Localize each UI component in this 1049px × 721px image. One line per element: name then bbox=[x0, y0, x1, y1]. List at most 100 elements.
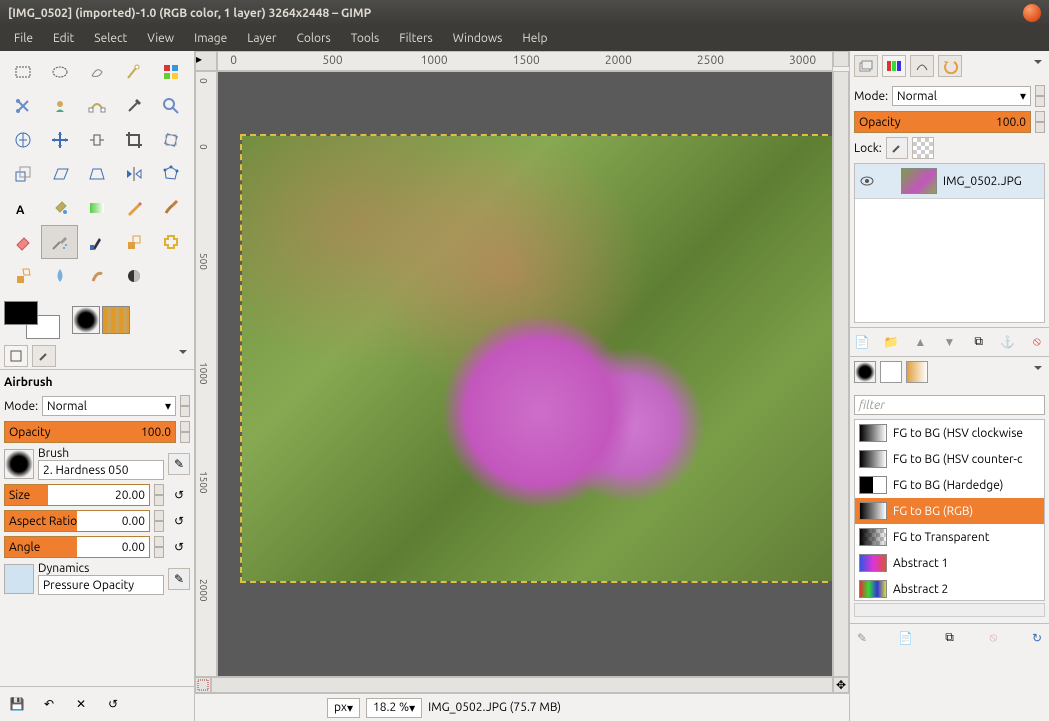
tab-brushes-icon[interactable] bbox=[854, 361, 876, 383]
brush-name-field[interactable]: 2. Hardness 050 bbox=[38, 460, 164, 480]
anchor-layer-icon[interactable]: ⚓ bbox=[998, 332, 1018, 352]
gradient-item[interactable]: Abstract 2 bbox=[855, 576, 1044, 601]
menu-edit[interactable]: Edit bbox=[43, 28, 84, 49]
tool-fuzzy-select[interactable] bbox=[116, 55, 153, 89]
mode-select[interactable]: Normal▾ bbox=[42, 396, 176, 416]
canvas[interactable] bbox=[217, 71, 833, 677]
gradient-list[interactable]: FG to BG (HSV clockwise FG to BG (HSV co… bbox=[854, 419, 1045, 601]
tool-ellipse-select[interactable] bbox=[41, 55, 78, 89]
delete-layer-icon[interactable]: ⦸ bbox=[1027, 332, 1047, 352]
tab-undo-icon[interactable] bbox=[938, 55, 962, 77]
dynamics-thumb[interactable] bbox=[4, 564, 34, 594]
refresh-gradients-icon[interactable]: ↻ bbox=[1027, 628, 1047, 648]
gradient-filter-input[interactable]: filter bbox=[854, 395, 1045, 415]
tool-smudge[interactable] bbox=[78, 259, 115, 293]
active-brush[interactable] bbox=[72, 306, 100, 334]
tool-rotate[interactable] bbox=[153, 123, 190, 157]
tab-channels-icon[interactable] bbox=[882, 55, 906, 77]
restore-preset-icon[interactable]: ↶ bbox=[38, 693, 60, 715]
angle-spin[interactable] bbox=[154, 536, 164, 558]
tool-move[interactable] bbox=[41, 123, 78, 157]
quickmask-toggle[interactable] bbox=[195, 677, 211, 693]
scrollbar-vertical[interactable] bbox=[833, 71, 849, 677]
duplicate-layer-icon[interactable]: ⧉ bbox=[969, 332, 989, 352]
opacity-spin[interactable] bbox=[180, 421, 190, 443]
fg-color[interactable] bbox=[4, 301, 38, 325]
tool-align[interactable] bbox=[78, 123, 115, 157]
brush-thumb[interactable] bbox=[4, 449, 34, 479]
edit-gradient-icon[interactable]: ✎ bbox=[852, 628, 872, 648]
opacity-slider[interactable]: Opacity100.0 bbox=[4, 421, 176, 443]
layer-mode-spin[interactable] bbox=[1035, 85, 1045, 107]
tool-perspective-clone[interactable] bbox=[4, 259, 41, 293]
tool-paths[interactable] bbox=[78, 89, 115, 123]
new-gradient-icon[interactable]: 📄 bbox=[896, 628, 916, 648]
tool-flip[interactable] bbox=[116, 157, 153, 191]
tab-tool-options[interactable] bbox=[4, 345, 28, 367]
aspect-spin[interactable] bbox=[154, 510, 164, 532]
right-dock-menu-arrow[interactable] bbox=[1031, 55, 1045, 69]
active-pattern[interactable] bbox=[102, 306, 130, 334]
tool-airbrush[interactable] bbox=[41, 225, 78, 259]
delete-preset-icon[interactable]: ✕ bbox=[70, 693, 92, 715]
tab-layers-icon[interactable] bbox=[854, 55, 878, 77]
raise-layer-icon[interactable]: ▲ bbox=[910, 332, 930, 352]
menu-help[interactable]: Help bbox=[512, 28, 557, 49]
gradient-scrollbar[interactable] bbox=[854, 603, 1045, 617]
tool-shear[interactable] bbox=[41, 157, 78, 191]
lock-pixels-icon[interactable] bbox=[886, 137, 908, 159]
angle-reset-icon[interactable]: ↺ bbox=[168, 536, 190, 558]
ruler-vertical[interactable]: 0 0 500 1000 1500 2000 bbox=[195, 71, 217, 677]
tool-ink[interactable] bbox=[78, 225, 115, 259]
menu-filters[interactable]: Filters bbox=[389, 28, 442, 49]
mode-spin[interactable] bbox=[180, 395, 190, 417]
size-reset-icon[interactable]: ↺ bbox=[168, 484, 190, 506]
gradient-item[interactable]: Abstract 1 bbox=[855, 550, 1044, 576]
layer-list[interactable]: IMG_0502.JPG bbox=[854, 163, 1045, 323]
menu-layer[interactable]: Layer bbox=[237, 28, 286, 49]
ruler-corner[interactable]: ▸ bbox=[195, 51, 217, 71]
tool-zoom[interactable] bbox=[153, 89, 190, 123]
tool-eraser[interactable] bbox=[4, 225, 41, 259]
lock-alpha-icon[interactable] bbox=[912, 137, 934, 159]
window-close-button[interactable] bbox=[1023, 4, 1041, 22]
lower-dock-menu-arrow[interactable] bbox=[1031, 361, 1045, 375]
scrollbar-horizontal[interactable] bbox=[211, 677, 833, 693]
tool-scissors[interactable] bbox=[4, 89, 41, 123]
tool-bucket-fill[interactable] bbox=[41, 191, 78, 225]
layer-name[interactable]: IMG_0502.JPG bbox=[943, 175, 1022, 188]
aspect-slider[interactable]: Aspect Ratio0.00 bbox=[4, 510, 150, 532]
size-spin[interactable] bbox=[154, 484, 164, 506]
tab-patterns-icon[interactable] bbox=[880, 361, 902, 383]
tool-rect-select[interactable] bbox=[4, 55, 41, 89]
gradient-item-selected[interactable]: FG to BG (RGB) bbox=[855, 498, 1044, 524]
duplicate-gradient-icon[interactable]: ⧉ bbox=[940, 628, 960, 648]
gradient-item[interactable]: FG to BG (Hardedge) bbox=[855, 472, 1044, 498]
layer-opacity-slider[interactable]: Opacity100.0 bbox=[854, 111, 1031, 133]
menu-file[interactable]: File bbox=[4, 28, 43, 49]
tool-paintbrush[interactable] bbox=[153, 191, 190, 225]
layer-opacity-spin[interactable] bbox=[1035, 111, 1045, 133]
delete-gradient-icon[interactable]: ⦸ bbox=[983, 628, 1003, 648]
ruler-horizontal[interactable]: 0 500 1000 1500 2000 2500 3000 bbox=[217, 51, 833, 71]
tab-paths-icon[interactable] bbox=[910, 55, 934, 77]
tool-foreground-select[interactable] bbox=[41, 89, 78, 123]
zoom-select[interactable]: 18.2 % ▾ bbox=[366, 698, 422, 718]
tool-text[interactable]: A bbox=[4, 191, 41, 225]
tool-heal[interactable] bbox=[153, 225, 190, 259]
tool-blur[interactable] bbox=[41, 259, 78, 293]
lower-layer-icon[interactable]: ▼ bbox=[939, 332, 959, 352]
save-preset-icon[interactable]: 💾 bbox=[6, 693, 28, 715]
layer-thumbnail[interactable] bbox=[901, 168, 937, 194]
dock-menu-arrow[interactable] bbox=[176, 345, 190, 359]
tool-by-color-select[interactable] bbox=[153, 55, 190, 89]
unit-select[interactable]: px ▾ bbox=[327, 698, 360, 718]
menu-windows[interactable]: Windows bbox=[443, 28, 513, 49]
tool-free-select[interactable] bbox=[78, 55, 115, 89]
dynamics-edit-icon[interactable]: ✎ bbox=[168, 568, 190, 590]
tool-perspective[interactable] bbox=[78, 157, 115, 191]
reset-preset-icon[interactable]: ↺ bbox=[102, 693, 124, 715]
menu-view[interactable]: View bbox=[137, 28, 184, 49]
tool-crop[interactable] bbox=[116, 123, 153, 157]
tool-dodge-burn[interactable] bbox=[116, 259, 153, 293]
